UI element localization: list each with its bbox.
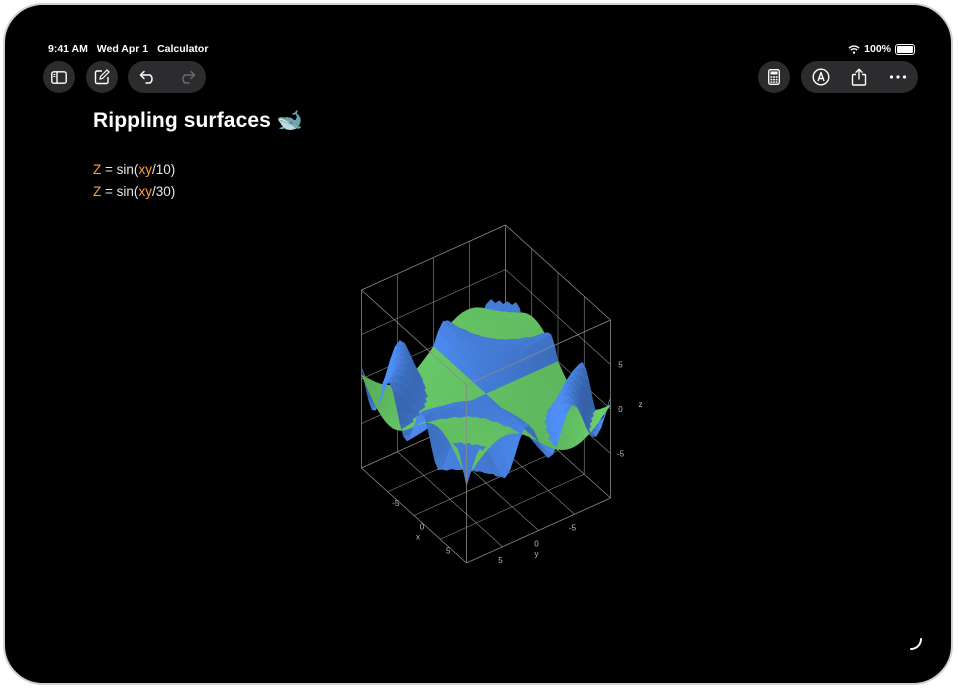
surface-plot[interactable]: -5 0 5 x 5 0 -5 y 5 0 -5 z [5,5,951,683]
y-tick-label: -5 [569,523,577,532]
ipad-frame: 9:41 AM Wed Apr 1 Calculator 100% Rippli… [3,3,953,685]
y-tick-label: 5 [498,556,503,565]
z-tick-label: 5 [618,361,623,370]
grid-line [440,473,585,540]
resize-handle-icon[interactable] [909,637,923,651]
plot-surfaces [360,299,612,486]
x-tick-label: -5 [392,499,400,508]
z-tick-label: 0 [618,405,623,414]
x-tick-label: 0 [420,523,425,532]
y-tick-label: 0 [534,540,539,549]
y-axis-label: y [535,550,539,559]
z-axis-label: z [639,400,643,409]
x-axis-label: x [416,533,420,542]
x-tick-label: 5 [446,546,451,555]
z-tick-label: -5 [617,450,625,459]
